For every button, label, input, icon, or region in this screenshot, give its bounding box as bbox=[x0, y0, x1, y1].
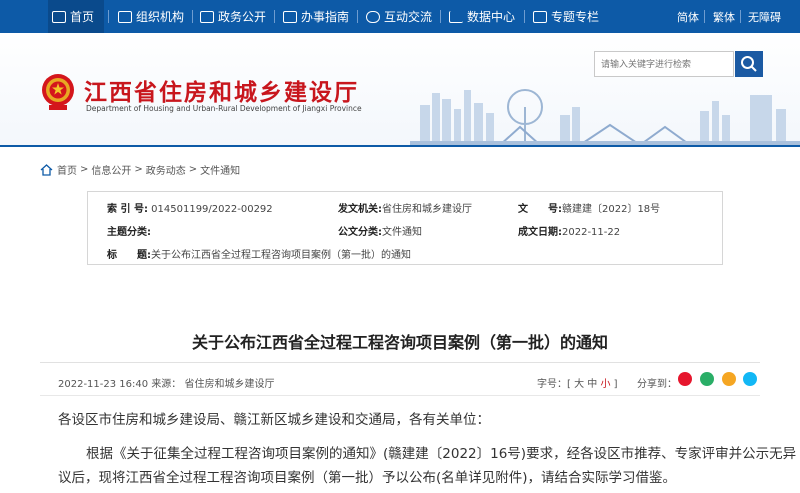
article-body-line: 议后，现将江西省全过程工程咨询项目案例（第一批）予以公布(名单详见附件)，请结合… bbox=[58, 470, 677, 486]
font-mid[interactable]: 中 bbox=[587, 379, 597, 390]
header-divider bbox=[0, 145, 800, 147]
site-subtitle: Department of Housing and Urban-Rural De… bbox=[86, 104, 362, 113]
nav-separator bbox=[357, 10, 358, 23]
nav-home[interactable]: 首页 bbox=[48, 0, 104, 33]
home-icon bbox=[40, 163, 53, 176]
nav-service-guide[interactable]: 办事指南 bbox=[283, 0, 349, 33]
nav-separator bbox=[440, 10, 441, 23]
lang-separator bbox=[740, 10, 741, 23]
guide-icon bbox=[283, 10, 297, 23]
org-icon bbox=[118, 10, 132, 23]
accessibility-link[interactable]: 无障碍 bbox=[748, 0, 781, 33]
search-button[interactable] bbox=[735, 51, 763, 77]
search-icon bbox=[741, 56, 757, 72]
nav-separator bbox=[192, 10, 193, 23]
nav-data-center[interactable]: 数据中心 bbox=[449, 0, 515, 33]
font-big[interactable]: 大 bbox=[574, 379, 584, 390]
chat-icon bbox=[366, 10, 380, 23]
nav-public-affairs[interactable]: 政务公开 bbox=[200, 0, 266, 33]
meta-title: 标 题:关于公布江西省全过程工程咨询项目案例（第一批）的通知 bbox=[107, 250, 411, 261]
font-small[interactable]: 小 bbox=[600, 379, 610, 390]
nav-separator bbox=[108, 10, 109, 23]
nav-special-topics[interactable]: 专题专栏 bbox=[533, 0, 599, 33]
nav-organization[interactable]: 组织机构 bbox=[118, 0, 184, 33]
nav-separator bbox=[524, 10, 525, 23]
meta-topic: 主题分类: bbox=[107, 227, 151, 238]
lang-traditional[interactable]: 繁体 bbox=[713, 0, 735, 33]
lang-simplified[interactable]: 简体 bbox=[677, 0, 699, 33]
nav-separator bbox=[274, 10, 275, 23]
document-icon bbox=[200, 10, 214, 23]
article-date-source: 2022-11-23 16:40 来源： 省住房和城乡建设厅 bbox=[58, 379, 275, 390]
qzone-share-icon[interactable] bbox=[722, 372, 736, 386]
share-label: 分享到： bbox=[637, 379, 677, 390]
meta-category: 公文分类:文件通知 bbox=[338, 227, 422, 238]
meta-issuer: 发文机关:省住房和城乡建设厅 bbox=[338, 204, 472, 215]
home-icon bbox=[52, 10, 66, 23]
chart-icon bbox=[449, 10, 463, 23]
breadcrumb-notices[interactable]: 文件通知 bbox=[200, 162, 240, 177]
meta-docno: 文 号:赣建建〔2022〕18号 bbox=[518, 204, 661, 215]
meta-date: 成文日期:2022-11-22 bbox=[518, 227, 621, 238]
article-salutation: 各设区市住房和城乡建设局、赣江新区城乡建设和交通局，各有关单位： bbox=[58, 412, 490, 428]
site-title: 江西省住房和城乡建设厅 bbox=[84, 80, 359, 106]
qq-share-icon[interactable] bbox=[743, 372, 757, 386]
folder-icon bbox=[533, 10, 547, 23]
breadcrumb-home[interactable]: 首页 bbox=[57, 162, 77, 177]
search-input[interactable] bbox=[594, 51, 734, 77]
national-emblem-icon bbox=[42, 74, 74, 110]
lang-separator bbox=[704, 10, 705, 23]
title-divider bbox=[40, 362, 760, 363]
city-skyline-illustration bbox=[410, 89, 800, 145]
meta-divider bbox=[40, 395, 760, 396]
nav-interaction[interactable]: 互动交流 bbox=[366, 0, 432, 33]
font-size-switcher: 字号：[ 大 中 小 ] bbox=[537, 379, 618, 390]
breadcrumb-news[interactable]: 政务动态 bbox=[146, 162, 186, 177]
article-title: 关于公布江西省全过程工程咨询项目案例（第一批）的通知 bbox=[191, 333, 608, 352]
weibo-share-icon[interactable] bbox=[678, 372, 692, 386]
breadcrumb-info-public[interactable]: 信息公开 bbox=[91, 162, 131, 177]
wechat-share-icon[interactable] bbox=[700, 372, 714, 386]
meta-index: 索 引 号: 014501199/2022-00292 bbox=[107, 204, 273, 215]
breadcrumb: 首页 > 信息公开 > 政务动态 > 文件通知 bbox=[40, 162, 243, 177]
article-body-line: 根据《关于征集全过程工程咨询项目案例的通知》(赣建建〔2022〕16号)要求，经… bbox=[86, 446, 797, 462]
